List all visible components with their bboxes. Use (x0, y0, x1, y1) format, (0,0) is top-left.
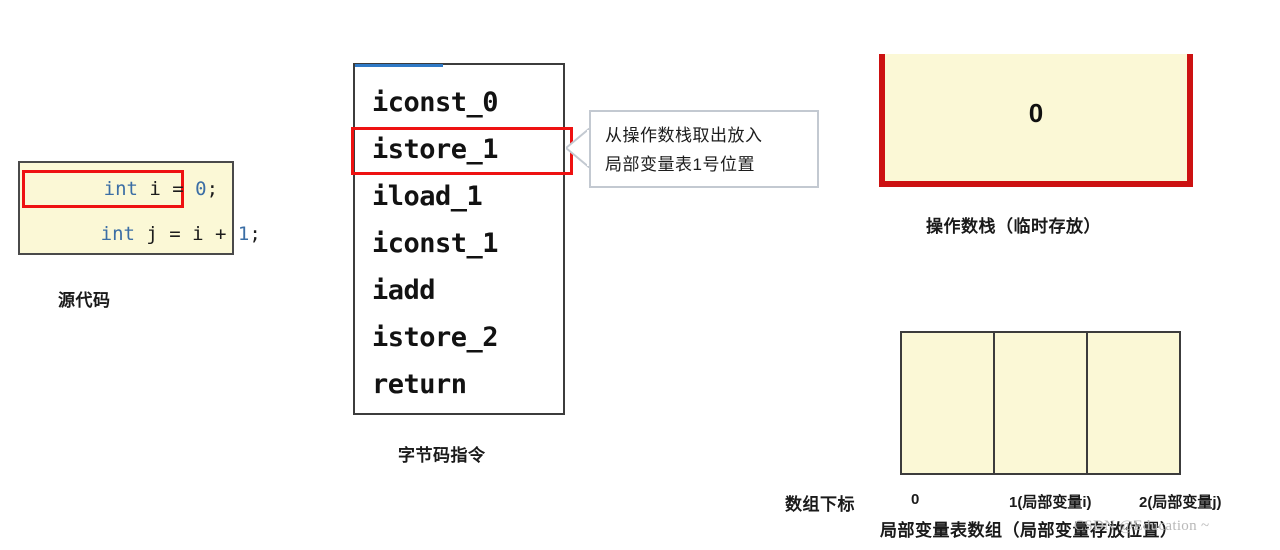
source-code-line-1-highlight: int i = 0; (22, 170, 218, 208)
bytecode-instruction: iconst_1 (372, 228, 499, 259)
bytecode-caption: 字节码指令 (398, 446, 486, 465)
code-token-keyword: int (100, 222, 135, 245)
source-code-caption: 源代码 (58, 291, 111, 310)
code-token-keyword: int (103, 177, 138, 200)
bytecode-instruction: iload_1 (372, 181, 483, 212)
callout-line: 局部变量表1号位置 (605, 155, 755, 174)
source-code-line-2-wrap: int j = i + 1; (32, 219, 261, 249)
bytecode-instruction: istore_2 (372, 322, 499, 353)
array-index-label-1: 1(局部变量i) (1009, 494, 1092, 511)
code-token-number: 0 (195, 177, 207, 200)
operand-stack-value: 0 (1028, 98, 1044, 128)
bytecode-instruction: return (372, 369, 467, 400)
code-token-semicolon: ; (249, 222, 261, 245)
code-token-text: i = (137, 177, 196, 200)
code-token-semicolon: ; (206, 177, 219, 200)
array-index-label-0: 0 (911, 491, 920, 508)
code-token-number: 1 (237, 222, 250, 245)
operand-stack-caption: 操作数栈（临时存放） (926, 217, 1101, 236)
bytecode-instruction: iconst_0 (372, 87, 499, 118)
source-code-line-2: int j = i + 1; (32, 206, 261, 263)
callout-line: 从操作数栈取出放入 (605, 126, 763, 145)
local-variable-table (900, 331, 1181, 475)
callout-tail-icon (566, 128, 591, 168)
bytecode-instruction: istore_1 (372, 134, 499, 165)
local-variable-slot (995, 333, 1088, 473)
array-index-row-label: 数组下标 (785, 495, 855, 514)
callout-bubble: 从操作数栈取出放入 局部变量表1号位置 (589, 110, 819, 188)
diagram-canvas: int i = 0; int j = i + 1; 源代码 iconst_0 i… (0, 0, 1280, 550)
array-index-label-2: 2(局部变量j) (1139, 494, 1222, 511)
code-token-text: j = i + (134, 222, 238, 245)
bytecode-instruction: iadd (372, 275, 436, 306)
bytecode-instruction-list: iconst_0 istore_1 iload_1 iconst_1 iadd … (353, 63, 565, 415)
local-variable-slot (1088, 333, 1179, 473)
watermark: CSDN @Education ~ (1074, 518, 1210, 534)
operand-stack-box: 0 (879, 54, 1193, 187)
local-variable-slot (902, 333, 995, 473)
